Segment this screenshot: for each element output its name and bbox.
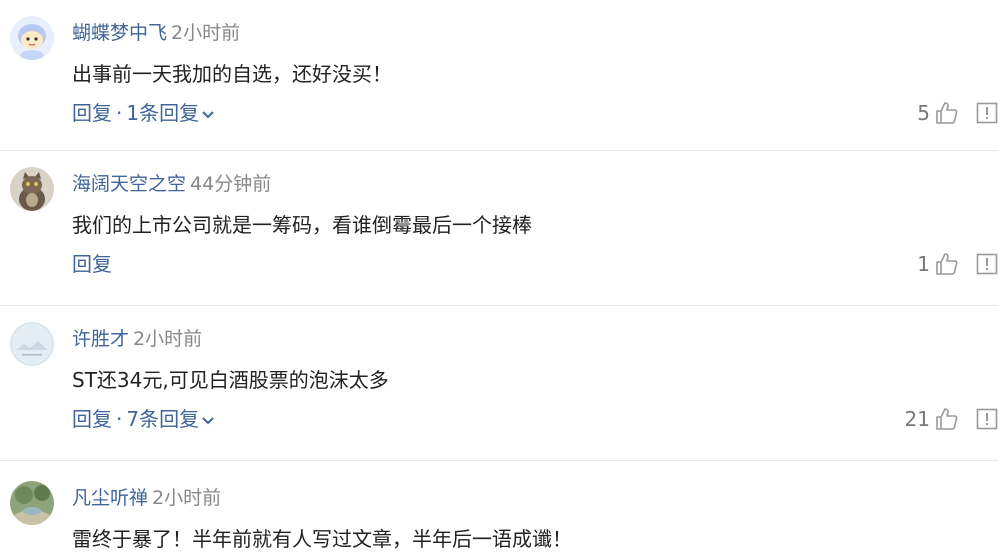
comment-header: 许胜才 2小时前 bbox=[72, 326, 202, 352]
landscape-avatar-icon bbox=[10, 322, 54, 366]
like-count: 1 bbox=[917, 252, 930, 276]
comment-tools: 1 bbox=[917, 250, 998, 278]
comment-actions: 回复 · 7条回复 bbox=[72, 405, 215, 433]
comment-tools: 5 bbox=[917, 99, 998, 127]
chevron-down-icon bbox=[202, 110, 214, 118]
thumbs-up-icon[interactable] bbox=[934, 100, 960, 126]
comment-item: 海阔天空之空 44分钟前 我们的上市公司就是一筹码，看谁倒霉最后一个接棒 回复 1 bbox=[0, 151, 998, 306]
comment-header: 凡尘听禅 2小时前 bbox=[72, 485, 221, 511]
like-count: 5 bbox=[917, 101, 930, 125]
chevron-down-icon bbox=[202, 416, 214, 424]
avatar[interactable] bbox=[10, 481, 54, 525]
comment-actions: 回复 · 1条回复 bbox=[72, 99, 215, 127]
view-replies-button[interactable]: 1条回复 bbox=[126, 101, 215, 125]
separator: · bbox=[116, 407, 123, 431]
comment-text: ST还34元,可见白酒股票的泡沫太多 bbox=[72, 368, 389, 392]
comment-text: 出事前一天我加的自选，还好没买！ bbox=[72, 62, 392, 86]
comment-text: 雷终于暴了！半年前就有人写过文章，半年后一语成谶！ bbox=[72, 527, 572, 551]
cat-avatar-icon bbox=[10, 167, 54, 211]
timestamp: 44分钟前 bbox=[190, 173, 272, 195]
report-icon[interactable] bbox=[976, 102, 998, 124]
replies-count-label: 7条回复 bbox=[126, 407, 200, 431]
comment-tools: 21 bbox=[905, 405, 998, 433]
separator: · bbox=[116, 101, 123, 125]
report-icon[interactable] bbox=[976, 253, 998, 275]
comment-item: 蝴蝶梦中飞 2小时前 出事前一天我加的自选，还好没买！ 回复 · 1条回复 5 bbox=[0, 0, 998, 151]
username[interactable]: 海阔天空之空 bbox=[72, 173, 186, 195]
garden-avatar-icon bbox=[10, 481, 54, 525]
comment-item: 许胜才 2小时前 ST还34元,可见白酒股票的泡沫太多 回复 · 7条回复 21 bbox=[0, 306, 998, 461]
timestamp: 2小时前 bbox=[171, 22, 241, 44]
like-count: 21 bbox=[904, 407, 930, 431]
avatar[interactable] bbox=[10, 322, 54, 366]
comment-actions: 回复 bbox=[72, 250, 112, 278]
view-replies-button[interactable]: 7条回复 bbox=[126, 407, 215, 431]
timestamp: 2小时前 bbox=[152, 487, 222, 509]
comment-item: 凡尘听禅 2小时前 雷终于暴了！半年前就有人写过文章，半年后一语成谶！ bbox=[0, 461, 998, 558]
replies-count-label: 1条回复 bbox=[126, 101, 200, 125]
comment-header: 海阔天空之空 44分钟前 bbox=[72, 171, 271, 197]
avatar[interactable] bbox=[10, 167, 54, 211]
thumbs-up-icon[interactable] bbox=[934, 251, 960, 277]
reply-button[interactable]: 回复 bbox=[72, 252, 112, 276]
username[interactable]: 凡尘听禅 bbox=[72, 487, 148, 509]
username[interactable]: 许胜才 bbox=[72, 328, 129, 350]
timestamp: 2小时前 bbox=[133, 328, 203, 350]
reply-button[interactable]: 回复 bbox=[72, 407, 112, 431]
cartoon-avatar-icon bbox=[10, 16, 54, 60]
avatar[interactable] bbox=[10, 16, 54, 60]
thumbs-up-icon[interactable] bbox=[934, 406, 960, 432]
reply-button[interactable]: 回复 bbox=[72, 101, 112, 125]
comment-text: 我们的上市公司就是一筹码，看谁倒霉最后一个接棒 bbox=[72, 213, 532, 237]
comment-header: 蝴蝶梦中飞 2小时前 bbox=[72, 20, 240, 46]
report-icon[interactable] bbox=[976, 408, 998, 430]
username[interactable]: 蝴蝶梦中飞 bbox=[72, 22, 167, 44]
